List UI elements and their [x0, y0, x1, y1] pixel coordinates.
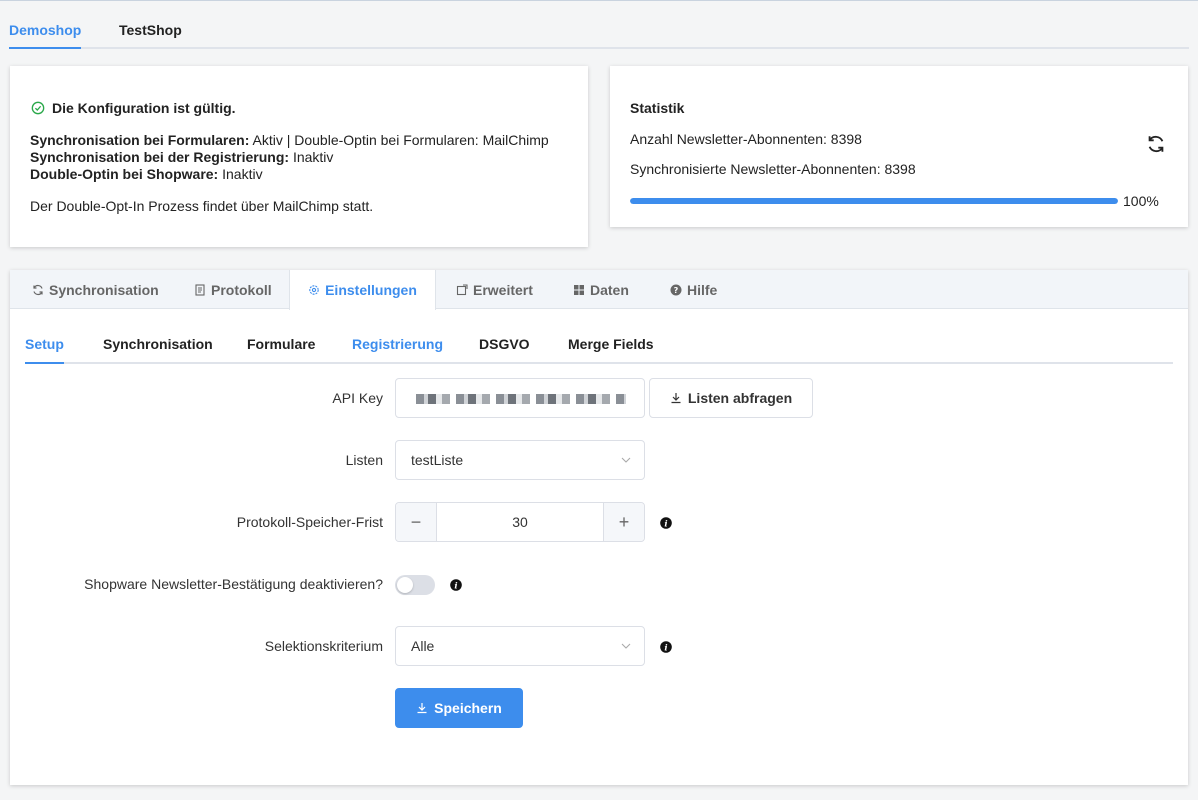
save-label: Speichern	[434, 700, 502, 716]
decrement-button[interactable]: −	[396, 503, 437, 541]
tab-label: Protokoll	[211, 281, 272, 298]
document-icon	[195, 283, 205, 296]
form-sync-label: Synchronisation bei Formularen:	[30, 132, 250, 148]
disable-confirmation-label: Shopware Newsletter-Bestätigung deaktivi…	[84, 576, 383, 592]
reg-sync-value: Inaktiv	[292, 149, 334, 165]
api-key-label: API Key	[332, 390, 383, 406]
subtab-synchronisation[interactable]: Synchronisation	[103, 336, 213, 352]
tab-demoshop[interactable]: Demoshop	[9, 22, 82, 49]
check-circle-icon	[31, 101, 45, 115]
svg-text:i: i	[454, 581, 457, 591]
selection-selected-value: Alle	[411, 638, 435, 654]
tab-label: Erweitert	[473, 281, 533, 298]
subtab-setup[interactable]: Setup	[25, 336, 64, 364]
refresh-icon[interactable]	[1145, 133, 1167, 155]
log-retention-stepper: − 30 +	[395, 502, 645, 542]
disable-confirmation-toggle[interactable]	[395, 575, 435, 595]
sync-progress-bar	[630, 198, 1118, 204]
download-icon	[671, 393, 681, 404]
svg-text:i: i	[664, 643, 667, 653]
lists-label: Listen	[345, 452, 383, 468]
settings-card: Synchronisation Protokoll Einstellungen …	[10, 270, 1188, 785]
svg-text:i: i	[664, 519, 667, 529]
subscriber-count: Anzahl Newsletter-Abonnenten: 8398	[630, 131, 862, 147]
question-icon: ?	[670, 284, 682, 295]
grid-icon	[574, 284, 584, 295]
fetch-lists-label: Listen abfragen	[687, 390, 793, 406]
api-key-masked-value	[416, 394, 626, 404]
sync-icon	[33, 284, 43, 295]
tab-testshop[interactable]: TestShop	[119, 22, 182, 38]
api-key-input[interactable]	[395, 378, 645, 418]
main-tabs: Synchronisation Protokoll Einstellungen …	[10, 270, 1188, 310]
fetch-lists-button[interactable]: Listen abfragen	[649, 378, 813, 418]
tab-label: Daten	[590, 281, 629, 298]
doi-label: Double-Optin bei Shopware:	[30, 166, 219, 182]
tab-label: Synchronisation	[49, 281, 159, 298]
config-valid-status: Die Konfiguration ist gültig.	[31, 100, 236, 116]
selection-label: Selektionskriterium	[264, 638, 383, 654]
chevron-down-icon	[621, 643, 631, 649]
tab-label: Hilfe	[687, 281, 718, 298]
form-sync-value: Aktiv | Double-Optin bei Formularen: Mai…	[252, 132, 549, 148]
sync-progress-text: 100%	[1123, 193, 1159, 209]
synced-count: Synchronisierte Newsletter-Abonnenten: 8…	[630, 161, 916, 177]
tab-protokoll[interactable]: Protokoll	[194, 270, 272, 309]
svg-text:?: ?	[674, 286, 679, 295]
config-card: Die Konfiguration ist gültig. Synchronis…	[10, 66, 588, 247]
doi-value: Inaktiv	[222, 166, 263, 182]
reg-sync-label: Synchronisation bei der Registrierung:	[30, 149, 290, 165]
log-retention-label: Protokoll-Speicher-Frist	[236, 514, 383, 530]
config-note: Der Double-Opt-In Prozess findet über Ma…	[30, 198, 374, 214]
stats-card: Statistik Anzahl Newsletter-Abonnenten: …	[610, 66, 1188, 227]
download-icon	[417, 703, 427, 714]
log-retention-value[interactable]: 30	[437, 514, 603, 530]
increment-button[interactable]: +	[603, 503, 644, 541]
config-details: Synchronisation bei Formularen: Aktiv | …	[30, 132, 549, 183]
selection-select[interactable]: Alle	[395, 626, 645, 666]
subtab-dsgvo[interactable]: DSGVO	[479, 336, 530, 352]
shop-tabs: Demoshop TestShop	[9, 1, 1189, 49]
tab-hilfe[interactable]: ? Hilfe	[670, 270, 717, 309]
tab-label: Einstellungen	[325, 282, 417, 298]
tab-einstellungen[interactable]: Einstellungen	[289, 270, 436, 310]
save-button[interactable]: Speichern	[395, 688, 523, 728]
tab-synchronisation[interactable]: Synchronisation	[32, 270, 159, 309]
info-icon[interactable]: i	[450, 579, 462, 591]
lists-selected-value: testListe	[411, 452, 464, 468]
gear-icon	[309, 285, 319, 295]
subtab-registrierung[interactable]: Registrierung	[352, 336, 443, 352]
subtab-formulare[interactable]: Formulare	[247, 336, 315, 352]
chevron-down-icon	[621, 457, 631, 463]
external-icon	[456, 283, 468, 295]
toggle-knob	[397, 577, 413, 593]
config-valid-text: Die Konfiguration ist gültig.	[52, 100, 236, 116]
subtab-merge-fields[interactable]: Merge Fields	[568, 336, 654, 352]
sync-progress-fill	[630, 198, 1118, 204]
settings-sub-tabs: Setup Synchronisation Formulare Registri…	[25, 328, 1173, 364]
lists-select[interactable]: testListe	[395, 440, 645, 480]
tab-daten[interactable]: Daten	[573, 270, 629, 309]
tab-erweitert[interactable]: Erweitert	[456, 270, 533, 309]
info-icon[interactable]: i	[660, 517, 672, 529]
stats-title: Statistik	[630, 100, 685, 116]
info-icon[interactable]: i	[660, 641, 672, 653]
